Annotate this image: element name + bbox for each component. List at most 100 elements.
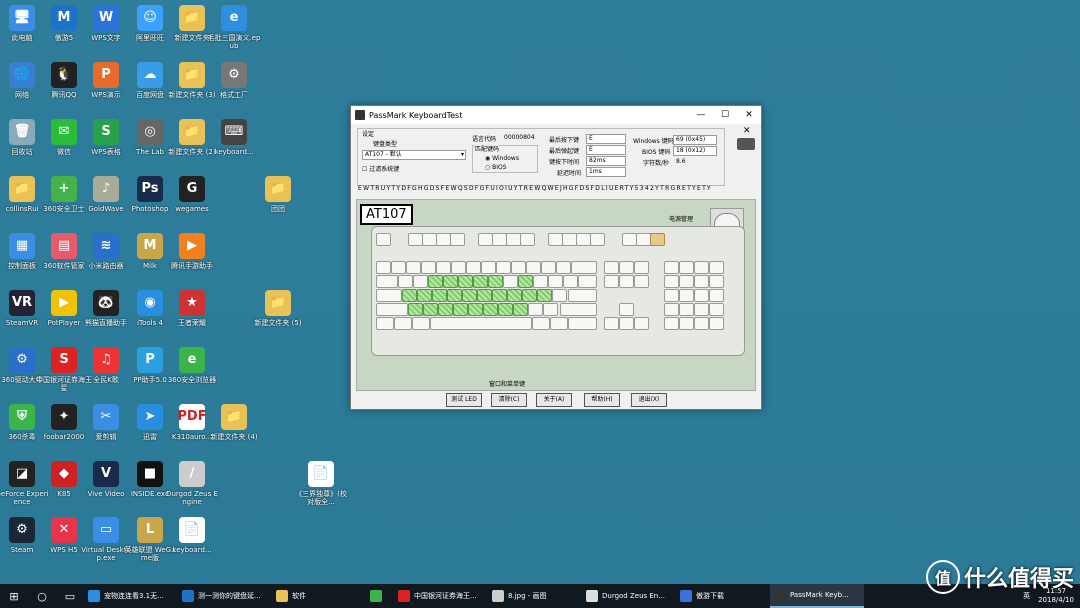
taskbar-app-icon (774, 589, 786, 601)
search-icon[interactable]: ○ (28, 590, 56, 603)
keyboard-key (548, 233, 563, 246)
radio-windows[interactable]: ◉ Windows (485, 155, 519, 162)
keyboard-key (462, 289, 477, 302)
taskbar-item[interactable]: PassMark Keyb... (770, 584, 864, 608)
desktop-icon-label: 王者荣耀 (178, 319, 206, 327)
taskbar-item[interactable]: 软件 (272, 584, 366, 608)
desktop-icon[interactable]: ▶ 腾讯手游助手 (164, 233, 220, 270)
taskbar-item[interactable] (366, 584, 394, 608)
test-led-button[interactable]: 测试 LED (446, 393, 482, 407)
keyboard-key (498, 303, 513, 316)
win-keys-label: 窗口和菜单键 (489, 381, 526, 388)
keyboard-logo-icon (737, 138, 755, 150)
app-icon: ▤ (51, 233, 77, 259)
desktop-icon[interactable]: Gwegames (164, 176, 220, 213)
keyboard-key (422, 233, 437, 246)
taskbar-item-label: Durgod Zeus En... (602, 592, 665, 600)
kb-type-select[interactable]: AT107 - 默认 ▾ (362, 150, 466, 160)
app-icon: ⚙ (221, 62, 247, 88)
keyboard-key (483, 303, 498, 316)
taskbar-item[interactable]: 测一测你的键盘延... (178, 584, 272, 608)
radio-bios[interactable]: ○ BIOS (485, 164, 507, 171)
desktop-icon-label: 《三界独尊》(校对版全... (295, 490, 347, 506)
taskbar-item-label: 中国银河证券海王... (414, 592, 477, 600)
desktop-icon[interactable]: e 360安全浏览器 (164, 347, 220, 384)
keyboard-key (438, 303, 453, 316)
help-button[interactable]: 帮助(H) (584, 393, 620, 407)
keyboard-key (709, 275, 724, 288)
taskbar-app-icon (492, 590, 504, 602)
keyboard-key (376, 275, 398, 288)
keyboard-key (423, 303, 438, 316)
exit-button[interactable]: 退出(X) (631, 393, 667, 407)
settings-label: 设定 (362, 131, 375, 138)
app-icon: e (221, 5, 247, 31)
taskbar-item[interactable]: Durgod Zeus En... (582, 584, 676, 608)
keyboard-key (650, 233, 665, 246)
taskbar-item[interactable]: 8.jpg - 画图 (488, 584, 582, 608)
desktop-icon[interactable]: / Durgod Zeus Engine (164, 461, 220, 506)
title-bar[interactable]: PassMark KeyboardTest — ☐ ✕ (351, 106, 761, 124)
desktop-icon-label: keyboard... (214, 148, 254, 156)
app-icon (355, 110, 365, 120)
desktop-icon[interactable]: ★ 王者荣耀 (164, 290, 220, 327)
app-icon: 🌐 (9, 62, 35, 88)
task-view-icon[interactable]: ▭ (56, 590, 84, 603)
desktop-icon[interactable]: ⚙ 格式工厂 (206, 62, 262, 99)
power-label: 电源管理 (669, 216, 694, 223)
desktop-icon[interactable]: 📁 新建文件夹 (5) (250, 290, 306, 327)
app-icon: 📁 (179, 119, 205, 145)
taskbar-item-label: 软件 (292, 592, 306, 600)
desktop-icon-label: 腾讯手游助手 (171, 262, 213, 270)
keyboard-key (679, 261, 694, 274)
last-up-field: E (586, 145, 626, 155)
keyboard-key (619, 261, 634, 274)
desktop-icon[interactable]: 📄 keyboard... (164, 517, 220, 554)
kb-type-value: AT107 - 默认 (365, 151, 402, 158)
keyboard-key (636, 233, 651, 246)
desktop-icon[interactable]: e 毛批三国演义.epub (206, 5, 262, 50)
desktop-icon[interactable]: 📁 新建文件夹 (4) (206, 404, 262, 441)
app-icon: W (93, 5, 119, 31)
taskbar-item-label: 8.jpg - 画图 (508, 592, 547, 600)
keyboard-key (402, 289, 417, 302)
taskbar-item-label: PassMark Keyb... (790, 591, 849, 599)
app-icon: 🗑 (9, 119, 35, 145)
windows-start-icon[interactable]: ⊞ (0, 590, 28, 603)
minimize-button[interactable]: — (689, 110, 713, 120)
desktop-icon[interactable]: ⌨ keyboard... (206, 119, 262, 156)
taskbar-item[interactable]: 宠物连连看3.1无... (84, 584, 178, 608)
keyboard-key (634, 317, 649, 330)
keyboard-key (458, 275, 473, 288)
app-icon: G (179, 176, 205, 202)
keyboard-key (578, 275, 597, 288)
keyboard-key (513, 303, 528, 316)
menu-close-icon[interactable]: ✕ (743, 126, 751, 136)
desktop-icon-label: 毛批三国演义.epub (207, 34, 261, 50)
filter-checkbox[interactable]: ☐ 过滤系统键 (362, 164, 399, 173)
keyboard-key (451, 261, 466, 274)
desktop-icon[interactable]: 📁 团团 (250, 176, 306, 213)
keyboard-key (520, 233, 535, 246)
watermark-logo-icon: 值 (925, 560, 960, 594)
keyboard-key (436, 233, 451, 246)
clear-button[interactable]: 清除(C) (491, 393, 527, 407)
keyboard-key (506, 233, 521, 246)
desktop-icon[interactable]: 📄 《三界独尊》(校对版全... (293, 461, 349, 506)
app-icon: 📁 (221, 404, 247, 430)
close-button[interactable]: ✕ (737, 110, 761, 120)
last-down-label: 最后按下键 (549, 137, 580, 144)
app-icon: + (51, 176, 77, 202)
keyboard-key (622, 233, 637, 246)
taskbar-item[interactable]: 中国银河证券海王... (394, 584, 488, 608)
keyboard-key (537, 289, 552, 302)
keyboard-key (664, 317, 679, 330)
taskbar-item[interactable]: 傲游下载 (676, 584, 770, 608)
last-down-field: E (586, 134, 626, 144)
taskbar-item-label: 宠物连连看3.1无... (104, 592, 164, 600)
desktop-icon-label: 360安全浏览器 (167, 376, 217, 384)
match-label: 匹配键码 (475, 144, 500, 153)
about-button[interactable]: 关于(A) (536, 393, 572, 407)
chevron-down-icon: ▾ (460, 151, 464, 158)
maximize-button[interactable]: ☐ (713, 110, 737, 120)
